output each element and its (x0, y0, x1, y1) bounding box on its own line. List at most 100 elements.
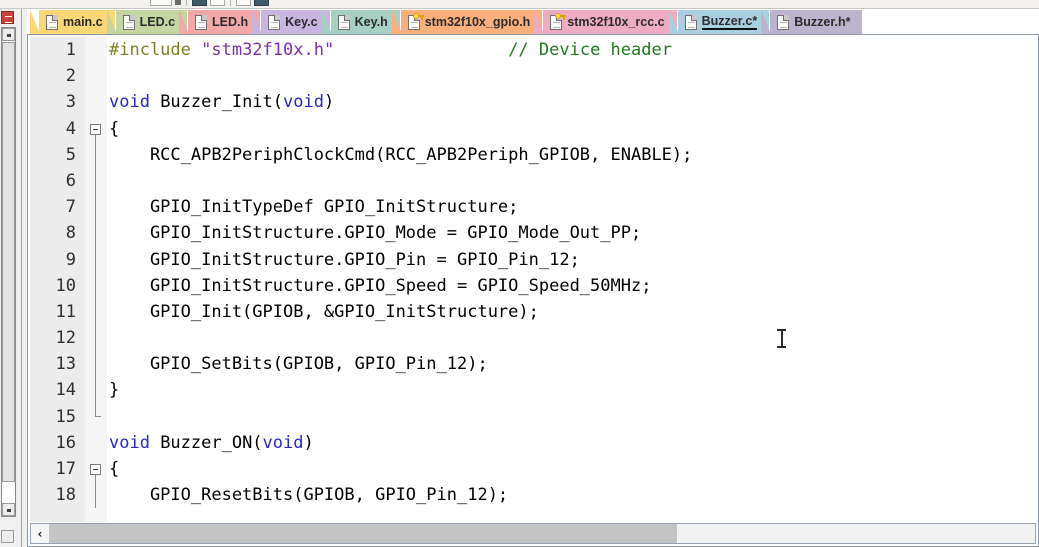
project-window-icon[interactable] (1, 11, 14, 24)
editor-tab-stm32f10x-gpio-h[interactable]: stm32f10x_gpio.h (391, 10, 543, 34)
editor-tab-stm32f10x-rcc-c[interactable]: stm32f10x_rcc.c (534, 10, 677, 34)
scroll-left-button[interactable]: ‹ (31, 524, 49, 543)
code-token: } (109, 380, 120, 401)
line-number: 9 (65, 249, 76, 270)
code-text[interactable]: void Buzzer_Init(void) (109, 89, 334, 115)
code-token: ) (303, 432, 314, 453)
code-line[interactable]: 10 GPIO_InitStructure.GPIO_Speed = GPIO_… (30, 272, 1038, 299)
fold-guide-line (95, 272, 96, 299)
editor-tab-label: stm32f10x_gpio.h (424, 15, 531, 29)
code-line[interactable]: 16 void Buzzer_ON(void) (30, 430, 1038, 456)
code-text[interactable]: { (109, 456, 119, 482)
fold-guide-line (95, 220, 96, 247)
code-token: GPIO_SetBits(GPIOB, GPIO_Pin_12); (109, 354, 488, 375)
code-line[interactable]: 7 GPIO_InitTypeDef GPIO_InitStructure; (30, 194, 1038, 221)
line-number: 8 (65, 223, 76, 244)
code-text[interactable]: GPIO_ResetBits(GPIOB, GPIO_Pin_12); (109, 482, 508, 508)
code-text[interactable]: } (109, 377, 119, 403)
scrollbar-thumb[interactable] (49, 524, 677, 543)
toolbar-button[interactable] (254, 0, 269, 6)
code-line[interactable]: 12 (30, 325, 1038, 352)
toolbar-button[interactable] (210, 0, 225, 6)
code-text[interactable]: GPIO_SetBits(GPIOB, GPIO_Pin_12); (109, 351, 488, 377)
code-line[interactable]: 8 GPIO_InitStructure.GPIO_Mode = GPIO_Mo… (30, 220, 1038, 247)
fold-guide-end (95, 403, 101, 417)
fold-collapse-icon[interactable] (90, 464, 101, 475)
project-panel (0, 9, 22, 547)
code-text[interactable]: GPIO_InitTypeDef GPIO_InitStructure; (109, 194, 518, 220)
code-token: void (109, 92, 150, 113)
editor-tab-main-c[interactable]: main.c (30, 10, 115, 34)
key-icon (555, 12, 567, 21)
code-line[interactable]: 3 void Buzzer_Init(void) (30, 89, 1038, 115)
editor-window: main.c LED.c LED.h Key.c Key.h stm32f10x_gpio… (27, 9, 1039, 547)
fold-guide-line (95, 377, 96, 404)
line-number: 1 (65, 40, 76, 60)
code-line[interactable]: 15 (30, 403, 1038, 430)
line-number: 15 (55, 406, 76, 427)
document-icon (122, 14, 135, 30)
horizontal-scrollbar[interactable]: ‹ (30, 523, 1036, 544)
code-token: void (109, 432, 150, 453)
editor-tab-buzzer-c-[interactable]: Buzzer.c* (668, 10, 770, 34)
scroll-down-button[interactable] (2, 503, 15, 516)
line-number: 13 (55, 354, 76, 375)
line-number: 3 (65, 92, 76, 113)
code-token: void (262, 432, 304, 453)
code-text[interactable]: GPIO_InitStructure.GPIO_Mode = GPIO_Mode… (109, 220, 641, 246)
code-text[interactable]: { (109, 116, 119, 142)
code-line[interactable]: 13 GPIO_SetBits(GPIOB, GPIO_Pin_12); (30, 351, 1038, 378)
fold-collapse-icon[interactable] (90, 123, 101, 135)
editor-tab-strip: main.c LED.c LED.h Key.c Key.h stm32f10x_gpio… (27, 9, 1039, 35)
toolbar-button[interactable] (192, 0, 207, 6)
code-text[interactable]: GPIO_InitStructure.GPIO_Pin = GPIO_Pin_1… (109, 247, 580, 273)
line-number: 17 (55, 459, 76, 479)
code-line[interactable]: 1 #include "stm32f10x.h" // Device header (30, 37, 1038, 63)
editor-tab-label: Key.c (285, 15, 318, 29)
document-lines (687, 21, 695, 28)
code-line[interactable]: 11 GPIO_Init(GPIOB, &GPIO_InitStructure)… (30, 298, 1038, 326)
code-line[interactable]: 9 GPIO_InitStructure.GPIO_Pin = GPIO_Pin… (30, 246, 1038, 273)
project-panel-scrollbar[interactable] (1, 27, 16, 517)
fold-guide-line (95, 167, 96, 195)
editor-tab-led-c[interactable]: LED.c (106, 10, 188, 34)
code-text[interactable]: void Buzzer_ON(void) (109, 430, 314, 456)
fold-guide-line (95, 246, 96, 273)
code-line[interactable]: 17 { (30, 456, 1038, 483)
code-text[interactable]: #include "stm32f10x.h" // Device header (109, 37, 672, 63)
code-line[interactable]: 18 GPIO_ResetBits(GPIOB, GPIO_Pin_12); (30, 482, 1038, 509)
panel-bottom-button[interactable] (1, 530, 14, 543)
line-number: 6 (65, 170, 76, 191)
toolbar-button[interactable] (175, 0, 181, 5)
code-line[interactable]: 5 RCC_APB2PeriphClockCmd(RCC_APB2Periph_… (30, 141, 1038, 168)
editor-tab-label: Key.h (354, 15, 388, 29)
scroll-up-button[interactable] (2, 28, 15, 41)
editor-tab-buzzer-h-[interactable]: Buzzer.h* (761, 10, 863, 34)
toolbar-button[interactable] (236, 0, 251, 6)
code-text[interactable]: GPIO_Init(GPIOB, &GPIO_InitStructure); (109, 299, 539, 325)
code-token: { (109, 459, 120, 479)
document-icon (407, 12, 424, 30)
code-line[interactable]: 4{ (30, 116, 1038, 143)
code-editor-area[interactable]: 1 #include "stm32f10x.h" // Device header… (27, 35, 1039, 547)
code-lines[interactable]: 1 #include "stm32f10x.h" // Device header… (30, 37, 1038, 509)
scrollbar-thumb[interactable] (2, 42, 15, 482)
code-viewport[interactable]: 1 #include "stm32f10x.h" // Device header… (30, 37, 1038, 522)
document-icon (195, 14, 208, 30)
code-line[interactable]: 6 (30, 167, 1038, 195)
code-line[interactable]: 14} (30, 377, 1038, 404)
toolbar-separator (230, 0, 231, 6)
line-number: 18 (55, 485, 76, 506)
code-line[interactable]: 2 (30, 63, 1038, 89)
code-token: "stm32f10x.h" (201, 40, 335, 60)
fold-guide-line (95, 298, 96, 326)
toolbar-button[interactable] (150, 0, 172, 6)
code-token: // Device header (508, 40, 672, 60)
editor-tab-led-h[interactable]: LED.h (179, 10, 261, 34)
code-text[interactable]: GPIO_InitStructure.GPIO_Speed = GPIO_Spe… (109, 273, 652, 299)
editor-tab-key-c[interactable]: Key.c (252, 10, 330, 34)
editor-tab-key-h[interactable]: Key.h (321, 10, 400, 34)
code-text[interactable]: RCC_APB2PeriphClockCmd(RCC_APB2Periph_GP… (109, 142, 692, 168)
code-token: Buzzer_Init( (149, 92, 284, 113)
